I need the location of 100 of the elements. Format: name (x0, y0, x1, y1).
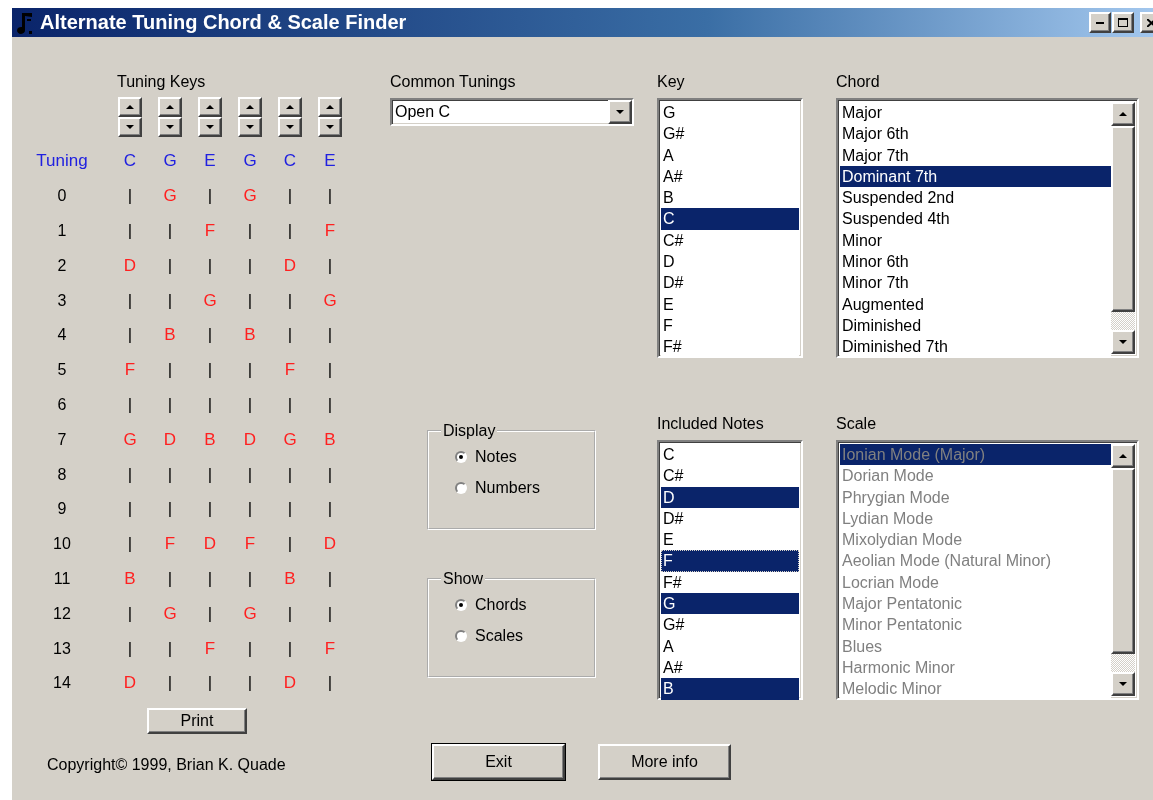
radio-option[interactable]: Scales (455, 627, 594, 645)
fret-marker: | (286, 186, 294, 207)
fret-number: 9 (56, 500, 68, 519)
scroll-down-button[interactable] (1111, 330, 1135, 354)
string-tuning: C (122, 151, 138, 172)
key-label: Key (657, 72, 686, 91)
list-item[interactable]: B (661, 678, 799, 700)
fret-number: 13 (52, 639, 72, 658)
scroll-up-button[interactable] (1111, 102, 1135, 126)
radio-option[interactable]: Notes (455, 448, 594, 466)
spin-down-button[interactable] (118, 117, 142, 137)
list-box[interactable]: C C# D D# E F F# G G# A A# B (657, 440, 803, 700)
spin-down-button[interactable] (198, 117, 222, 137)
note-name: B (243, 325, 257, 346)
list-item[interactable]: D (661, 486, 799, 508)
fret-marker: | (166, 290, 174, 311)
minimize-button[interactable] (1089, 12, 1111, 33)
fret-marker: | (286, 464, 294, 485)
fret-marker: | (166, 255, 174, 276)
fret-marker: | (286, 221, 294, 241)
fret-marker: | (246, 360, 254, 381)
radio-icon[interactable] (455, 482, 467, 494)
fret-marker: | (206, 186, 214, 207)
spin-up-button[interactable] (118, 97, 142, 117)
radio-icon[interactable] (455, 451, 467, 463)
note-name: F (163, 534, 177, 555)
note-name: F (283, 360, 297, 381)
note-name: F (243, 534, 257, 555)
fret-number: 0 (56, 187, 68, 206)
up-arrow-icon (1119, 112, 1127, 116)
list-item[interactable]: G (661, 593, 799, 615)
note-name: D (162, 429, 178, 450)
fret-marker: | (206, 568, 214, 589)
list-box[interactable]: Major Major 6th Major 7th Dominant 7th Suspended 2nd Suspended 4th Minor Minor 6th Minor 7th Augmented Diminished Diminished 7th (836, 98, 1139, 358)
spin-up-button[interactable] (158, 97, 182, 117)
print-button[interactable]: Print (147, 707, 247, 734)
fret-marker: | (286, 603, 294, 624)
spin-up-button[interactable] (318, 97, 342, 117)
radio-label: Scales (475, 627, 524, 645)
string-tuning: C (282, 151, 298, 172)
fret-marker: | (206, 394, 214, 415)
scale-label: Scale (836, 414, 878, 433)
spin-down-button[interactable] (158, 117, 182, 137)
dropdown-button[interactable] (608, 100, 632, 124)
radio-option[interactable]: Chords (455, 596, 594, 614)
list-item[interactable]: F (661, 550, 799, 572)
fret-marker: | (286, 499, 294, 520)
maximize-button[interactable] (1112, 12, 1134, 33)
group-label: Show (442, 570, 485, 588)
note-name: B (123, 568, 137, 589)
fret-marker: | (326, 325, 334, 346)
fret-marker: | (126, 221, 134, 241)
spin-down-button[interactable] (318, 117, 342, 137)
up-arrow-icon (126, 105, 134, 109)
spin-down-button[interactable] (278, 117, 302, 137)
fret-marker: | (326, 673, 334, 694)
fret-marker: | (326, 568, 334, 589)
fret-marker: | (326, 186, 334, 207)
list-box[interactable]: G G# A A# B C C# D D# E F F# (657, 98, 803, 358)
list-item[interactable]: C (661, 208, 799, 230)
scroll-thumb[interactable] (1111, 126, 1135, 312)
note-name: B (323, 429, 337, 450)
tuning-keys-label: Tuning Keys (117, 72, 207, 91)
fret-marker: | (246, 255, 254, 276)
dialog-button[interactable]: More info (598, 744, 731, 780)
spin-up-button[interactable] (198, 97, 222, 117)
tuning-dropdown[interactable]: Open C (390, 98, 634, 126)
note-name: B (163, 325, 177, 346)
fret-marker: | (246, 638, 254, 659)
fret-number: 12 (52, 604, 72, 623)
fret-number: 6 (56, 395, 68, 414)
spin-up-button[interactable] (238, 97, 262, 117)
fret-marker: | (126, 290, 134, 311)
fret-marker: | (166, 568, 174, 589)
fret-number: 3 (56, 291, 68, 310)
spin-up-button[interactable] (278, 97, 302, 117)
note-name: F (203, 221, 217, 241)
fret-marker: | (126, 603, 134, 624)
fret-marker: | (126, 638, 134, 659)
fret-number: 11 (52, 569, 72, 588)
fret-marker: | (126, 186, 134, 207)
radio-icon[interactable] (455, 630, 467, 642)
radio-icon[interactable] (455, 599, 467, 611)
radio-option[interactable]: Numbers (455, 479, 594, 497)
fret-marker: | (246, 221, 254, 241)
fret-number: 5 (56, 361, 68, 380)
list-item[interactable]: Dominant 7th (840, 165, 1111, 188)
note-name: D (122, 673, 138, 694)
dialog-button[interactable]: Exit (432, 744, 565, 780)
note-name: F (323, 221, 337, 241)
fret-marker: | (206, 603, 214, 624)
scroll-bar[interactable] (1111, 102, 1135, 354)
note-name: D (122, 255, 138, 276)
fret-marker: | (326, 499, 334, 520)
fret-marker: | (166, 221, 174, 241)
fret-number: 10 (52, 535, 72, 554)
radio-label: Chords (475, 596, 527, 614)
string-tuning: G (242, 151, 258, 172)
spin-down-button[interactable] (238, 117, 262, 137)
fret-marker: | (326, 603, 334, 624)
